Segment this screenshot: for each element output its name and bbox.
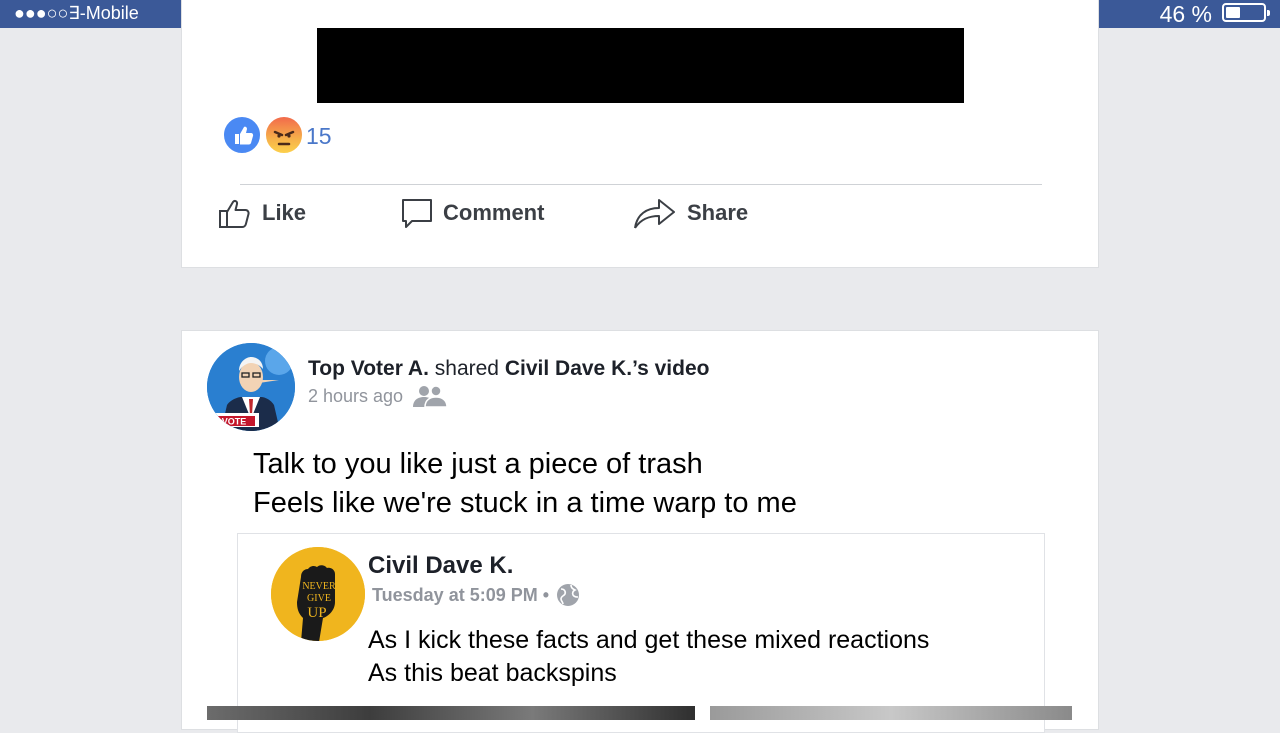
angry-reaction-icon [264, 115, 304, 155]
share-label: Share [687, 200, 749, 225]
video-thumbnail[interactable] [207, 706, 695, 720]
shared-timestamp: Tuesday at 5:09 PM • [372, 582, 581, 608]
post-verb: shared [434, 357, 499, 380]
divider [240, 184, 1042, 185]
like-reaction-icon [222, 115, 262, 155]
video-thumbnail[interactable] [710, 706, 1072, 720]
post-card-previous: 15 Like Comment Share [181, 0, 1099, 268]
share-arrow-icon [634, 199, 675, 229]
post-text-line-2: Feels like we're stuck in a time warp to… [253, 487, 797, 519]
shared-text-line-2: As this beat backspins [368, 659, 617, 687]
like-label: Like [262, 200, 307, 225]
post-author[interactable]: Top Voter A. [308, 357, 429, 380]
avatar-text-3: UP [307, 605, 326, 621]
avatar-badge-text: VOTE [222, 417, 247, 427]
battery-icon [1222, 3, 1270, 22]
like-button[interactable]: Like [218, 195, 306, 231]
shared-time-label[interactable]: Tuesday at 5:09 PM • [372, 585, 549, 606]
battery-percent: 46 % [1159, 1, 1212, 27]
reaction-count[interactable]: 15 [306, 123, 332, 150]
video-player[interactable] [317, 28, 964, 103]
avatar-text-2: GIVE [307, 593, 331, 604]
shared-author[interactable]: Civil Dave K. [368, 552, 513, 580]
shared-body: As I kick these facts and get these mixe… [368, 624, 929, 690]
avatar-text-1: NEVER [302, 581, 336, 592]
shared-text-line-1: As I kick these facts and get these mixe… [368, 626, 930, 654]
post-header: Top Voter A. shared Civil Dave K.’s vide… [308, 357, 709, 381]
comment-icon [402, 199, 432, 228]
post-timestamp: 2 hours ago [308, 385, 449, 407]
avatar[interactable]: VOTE [207, 343, 295, 431]
post-text-line-1: Talk to you like just a piece of trash [253, 448, 703, 480]
post-time-label[interactable]: 2 hours ago [308, 386, 403, 407]
post-card-shared: VOTE Top Voter A. shared Civil Dave K.’s… [181, 330, 1099, 733]
shared-post-embed[interactable]: NEVER GIVE UP Civil Dave K. Tuesday at 5… [237, 533, 1045, 733]
avatar[interactable]: NEVER GIVE UP [271, 547, 365, 641]
shared-source[interactable]: Civil Dave K.’s video [505, 357, 710, 380]
post-body: Talk to you like just a piece of trash F… [253, 445, 797, 523]
carrier-label: ●●●○○∃-Mobile [14, 3, 139, 23]
globe-icon [557, 584, 580, 606]
comment-label: Comment [443, 200, 545, 225]
friends-icon [413, 385, 448, 407]
comment-button[interactable]: Comment [401, 195, 544, 231]
thumbs-up-icon [219, 199, 250, 228]
share-button[interactable]: Share [633, 195, 748, 231]
